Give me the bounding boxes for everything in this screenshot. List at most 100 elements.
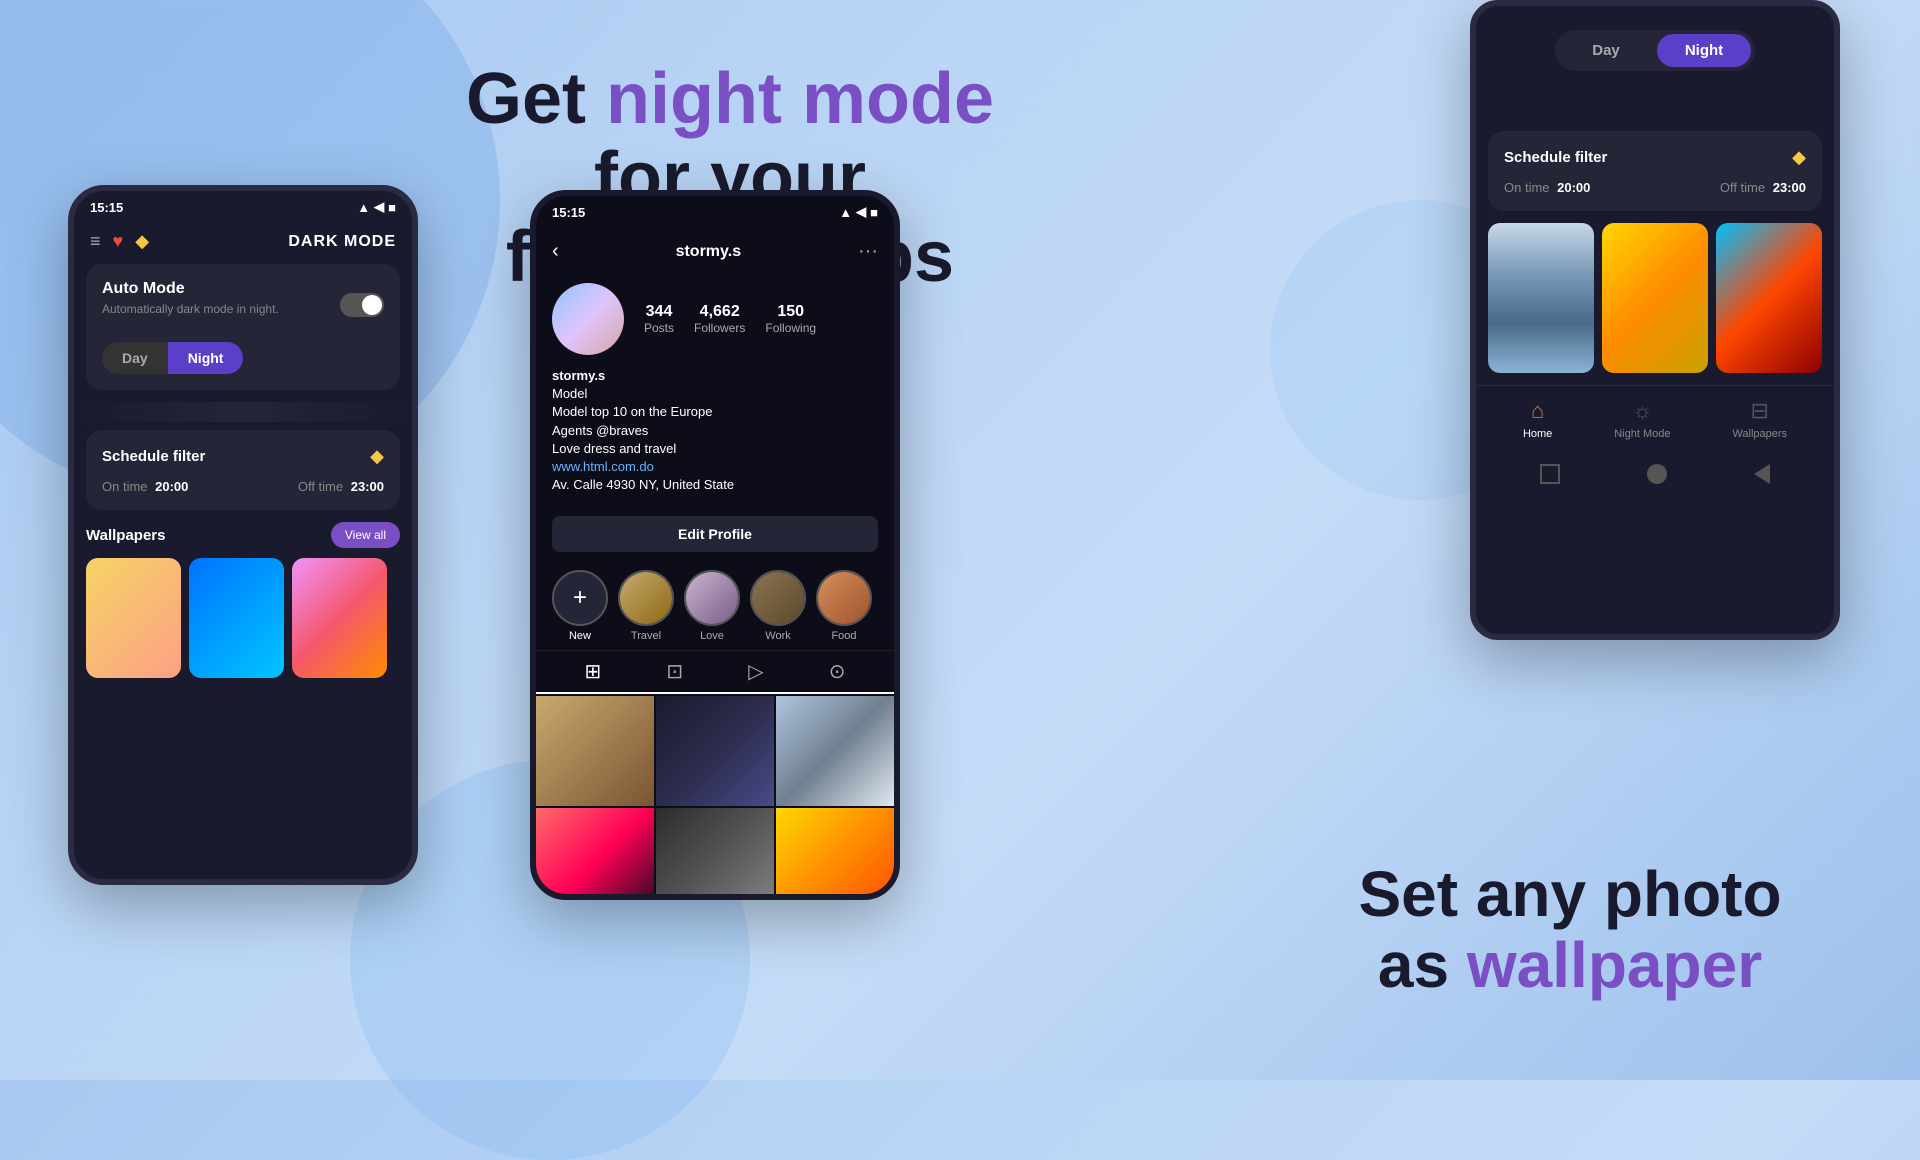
right-wp-bubble[interactable] bbox=[1602, 223, 1708, 373]
wifi-icon: ◀ bbox=[374, 199, 384, 215]
bottom-line2-plain: as bbox=[1378, 929, 1467, 1001]
heart-icon[interactable]: ♥ bbox=[113, 231, 124, 252]
left-phone-top-nav: ≡ ♥ ◆ DARK MODE bbox=[74, 223, 412, 264]
bio-link[interactable]: www.html.com.do bbox=[552, 458, 878, 476]
story-love-circle[interactable] bbox=[684, 570, 740, 626]
grid-tab[interactable]: ⊞ bbox=[585, 659, 602, 684]
story-work: Work bbox=[750, 570, 806, 642]
middle-phone: 15:15 ▲ ◀ ■ ‹ stormy.s ··· 344 Posts 4,6… bbox=[530, 190, 900, 900]
right-wallpaper-grid bbox=[1488, 223, 1822, 373]
post-thumb-3[interactable] bbox=[776, 696, 894, 806]
right-wp-mountain[interactable] bbox=[1488, 223, 1594, 373]
post-thumb-1[interactable] bbox=[536, 696, 654, 806]
back-button[interactable]: ‹ bbox=[552, 240, 559, 263]
story-add-circle[interactable]: + bbox=[552, 570, 608, 626]
view-all-button[interactable]: View all bbox=[331, 522, 400, 548]
system-back-button[interactable] bbox=[1754, 464, 1770, 484]
right-schedule-card: Schedule filter ◆ On time 20:00 Off time… bbox=[1488, 131, 1822, 211]
more-options-button[interactable]: ··· bbox=[858, 240, 878, 263]
following-count: 150 bbox=[765, 303, 816, 321]
schedule-card: Schedule filter ◆ On time 20:00 Off time… bbox=[86, 430, 400, 510]
auto-mode-title: Auto Mode bbox=[102, 280, 279, 298]
post-thumb-6[interactable] bbox=[776, 808, 894, 900]
following-label: Following bbox=[765, 321, 816, 335]
bio-line4: Love dress and travel bbox=[552, 440, 878, 458]
home-icon: ⌂ bbox=[1531, 398, 1544, 424]
wp-yellow-gradient bbox=[86, 558, 181, 678]
schedule-diamond-icon: ◆ bbox=[370, 446, 384, 467]
profile-avatar bbox=[552, 283, 624, 355]
story-new-label: New bbox=[569, 630, 591, 642]
story-work-label: Work bbox=[765, 630, 790, 642]
play-tab[interactable]: ▷ bbox=[748, 659, 763, 684]
toggle-knob bbox=[362, 295, 382, 315]
middle-battery-icon: ■ bbox=[870, 205, 878, 220]
bio-username: stormy.s bbox=[552, 368, 605, 383]
right-night-button[interactable]: Night bbox=[1657, 34, 1751, 67]
right-on-time-value: 20:00 bbox=[1557, 180, 1590, 195]
schedule-title: Schedule filter bbox=[102, 448, 205, 465]
tag-tab[interactable]: ⊙ bbox=[829, 659, 846, 684]
right-off-time-value: 23:00 bbox=[1773, 180, 1806, 195]
auto-mode-card: Auto Mode Automatically dark mode in nig… bbox=[86, 264, 400, 390]
post-tabs: ⊞ ⊡ ▷ ⊙ bbox=[536, 650, 894, 694]
post-thumb-2[interactable] bbox=[656, 696, 774, 806]
battery-icon: ■ bbox=[388, 200, 396, 215]
bio-line3: Agents @braves bbox=[552, 422, 878, 440]
posts-label: Posts bbox=[644, 321, 674, 335]
right-off-time-label: Off time bbox=[1720, 180, 1765, 195]
system-circle-button[interactable] bbox=[1647, 464, 1667, 484]
right-schedule-title: Schedule filter bbox=[1504, 149, 1607, 166]
left-phone: 15:15 ▲ ◀ ■ ≡ ♥ ◆ DARK MODE Auto Mode Au… bbox=[68, 185, 418, 885]
followers-stat: 4,662 Followers bbox=[694, 303, 745, 335]
post-thumb-5[interactable] bbox=[656, 808, 774, 900]
day-button[interactable]: Day bbox=[102, 342, 168, 374]
story-food: Food bbox=[816, 570, 872, 642]
right-on-time-section: On time 20:00 bbox=[1504, 180, 1590, 195]
profile-top: 344 Posts 4,662 Followers 150 Following bbox=[552, 283, 878, 355]
right-schedule-times: On time 20:00 Off time 23:00 bbox=[1504, 180, 1806, 195]
nav-night-mode[interactable]: ☼ Night Mode bbox=[1614, 398, 1670, 440]
wallpapers-header: Wallpapers View all bbox=[86, 522, 400, 548]
day-night-toggle: Day Night bbox=[102, 342, 243, 374]
right-phone: Day Night Schedule filter ◆ On time 20:0… bbox=[1470, 0, 1840, 640]
story-row: + New Travel Love Work Food bbox=[536, 562, 894, 650]
middle-signal-icon: ▲ bbox=[839, 205, 852, 220]
diamond-icon[interactable]: ◆ bbox=[135, 231, 149, 252]
nav-home[interactable]: ⌂ Home bbox=[1523, 398, 1552, 440]
wallpaper-thumb-2[interactable] bbox=[189, 558, 284, 678]
bio-line1: Model bbox=[552, 385, 878, 403]
posts-grid bbox=[536, 694, 894, 900]
wallpaper-thumbs bbox=[86, 558, 400, 678]
off-time-label: Off time bbox=[298, 479, 343, 494]
schedule-header: Schedule filter ◆ bbox=[102, 446, 384, 467]
right-wp-abstract[interactable] bbox=[1716, 223, 1822, 373]
posts-stat: 344 Posts bbox=[644, 303, 674, 335]
night-button[interactable]: Night bbox=[168, 342, 244, 374]
story-food-circle[interactable] bbox=[816, 570, 872, 626]
on-time-label: On time bbox=[102, 479, 148, 494]
bottom-line1: Set any photo bbox=[1358, 858, 1781, 930]
nav-wallpapers[interactable]: ⊟ Wallpapers bbox=[1732, 398, 1787, 440]
left-phone-time: 15:15 bbox=[90, 200, 123, 215]
left-phone-status-bar: 15:15 ▲ ◀ ■ bbox=[74, 191, 412, 223]
wave-divider bbox=[74, 402, 412, 422]
edit-profile-button[interactable]: Edit Profile bbox=[552, 516, 878, 552]
auto-mode-toggle[interactable] bbox=[340, 293, 384, 317]
wallpapers-icon: ⊟ bbox=[1751, 398, 1769, 424]
story-new: + New bbox=[552, 570, 608, 642]
middle-phone-status-icons: ▲ ◀ ■ bbox=[839, 204, 878, 220]
right-schedule-diamond-icon: ◆ bbox=[1792, 147, 1806, 168]
story-travel-circle[interactable] bbox=[618, 570, 674, 626]
system-square-button[interactable] bbox=[1540, 464, 1560, 484]
day-night-toggle-row: Day Night bbox=[102, 342, 384, 374]
story-work-circle[interactable] bbox=[750, 570, 806, 626]
post-thumb-4[interactable] bbox=[536, 808, 654, 900]
auto-mode-text: Auto Mode Automatically dark mode in nig… bbox=[102, 280, 279, 330]
bottom-line2-purple: wallpaper bbox=[1467, 929, 1762, 1001]
wallpaper-thumb-3[interactable] bbox=[292, 558, 387, 678]
video-tab[interactable]: ⊡ bbox=[666, 659, 683, 684]
menu-icon[interactable]: ≡ bbox=[90, 231, 101, 252]
wallpaper-thumb-1[interactable] bbox=[86, 558, 181, 678]
right-day-button[interactable]: Day bbox=[1559, 34, 1653, 67]
